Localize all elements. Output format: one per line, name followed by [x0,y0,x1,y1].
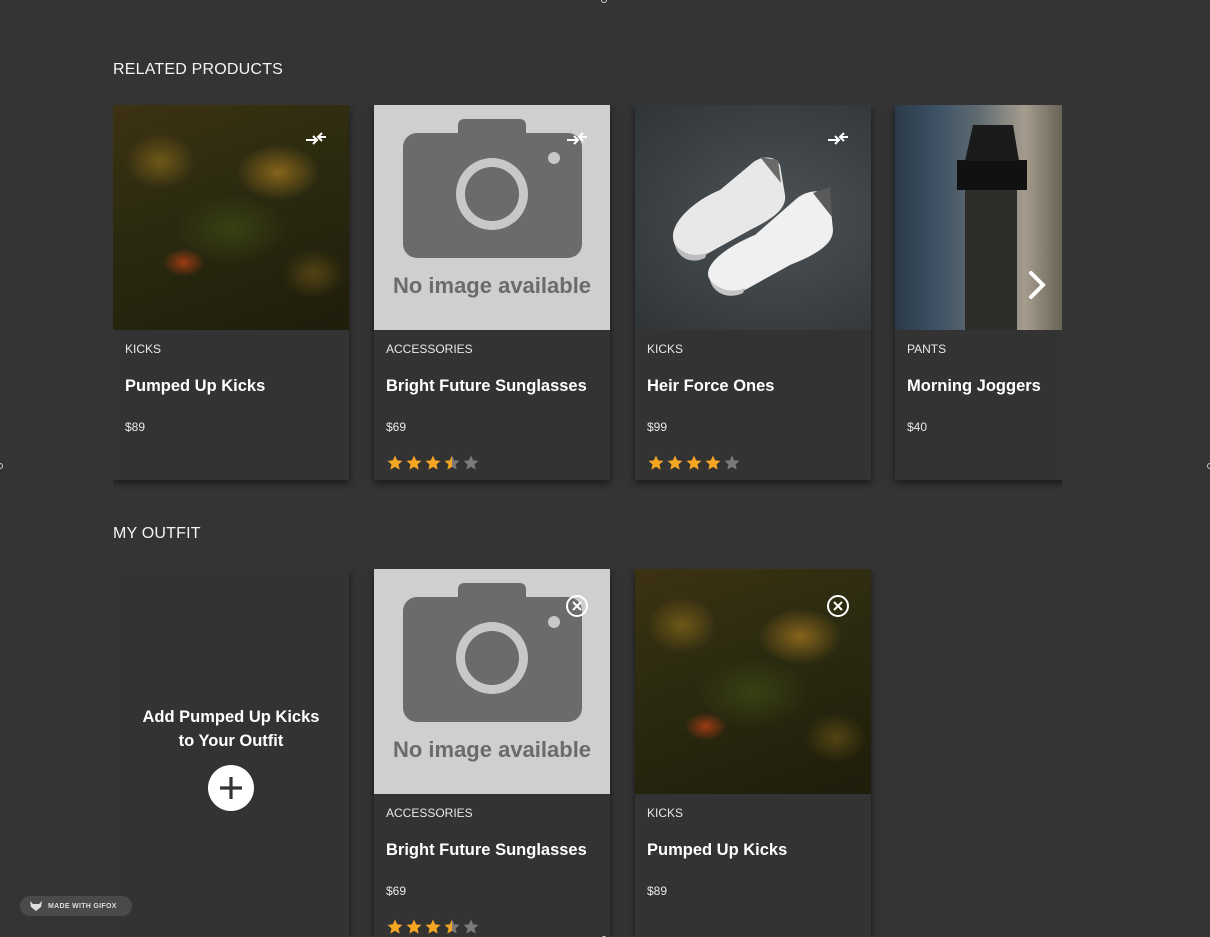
star-filled-icon [648,455,664,470]
product-category: KICKS [647,806,684,820]
made-with-gifox-badge: MADE WITH GIFOX [20,896,132,916]
related-products-title: RELATED PRODUCTS [113,61,284,78]
star-filled-icon [406,919,422,934]
add-to-outfit-text: Add Pumped Up Kicks to Your Outfit [113,705,349,753]
product-name[interactable]: Morning Joggers [907,377,1041,396]
compare-icon[interactable] [303,129,329,155]
outfit-card[interactable]: KICKS Pumped Up Kicks $89 [635,569,871,936]
star-filled-icon [406,455,422,470]
product-category: ACCESSORIES [386,342,473,356]
my-outfit-title: MY OUTFIT [113,525,201,542]
star-empty-icon [463,455,479,470]
fox-icon [30,901,42,911]
product-name[interactable]: Pumped Up Kicks [125,377,265,396]
star-filled-icon [387,455,403,470]
remove-circle-icon[interactable] [825,593,851,619]
product-category: KICKS [125,342,162,356]
star-rating [647,454,741,472]
no-image-text: No image available [393,273,591,298]
product-name[interactable]: Bright Future Sunglasses [386,841,587,860]
product-price: $89 [125,420,146,434]
star-filled-icon [425,919,441,934]
product-price: $40 [907,420,928,434]
add-to-outfit-card[interactable]: Add Pumped Up Kicks to Your Outfit [113,569,349,936]
star-rating [386,918,480,936]
product-price: $89 [647,884,668,898]
outfit-card[interactable]: No image available ACCESSORIES Bright Fu… [374,569,610,936]
product-price: $69 [386,884,407,898]
edge-handle [0,463,3,469]
product-name[interactable]: Bright Future Sunglasses [386,377,587,396]
product-card[interactable]: KICKS Pumped Up Kicks $89 [113,105,349,480]
no-image-text: No image available [393,737,591,762]
my-outfit-carousel: Add Pumped Up Kicks to Your Outfit No im… [113,569,1062,936]
star-filled-icon [387,919,403,934]
product-price: $69 [386,420,407,434]
star-rating [386,454,480,472]
star-filled-icon [425,455,441,470]
product-name[interactable]: Heir Force Ones [647,377,774,396]
product-card[interactable]: No image available ACCESSORIES Bright Fu… [374,105,610,480]
star-empty-icon [463,919,479,934]
product-name[interactable]: Pumped Up Kicks [647,841,787,860]
add-to-outfit-line1: Add Pumped Up Kicks [142,708,320,726]
plus-circle-icon[interactable] [208,765,254,811]
chevron-right-icon[interactable] [1024,268,1050,302]
remove-circle-icon[interactable] [564,593,590,619]
star-filled-icon [705,455,721,470]
star-empty-icon [724,455,740,470]
star-filled-icon [667,455,683,470]
product-price: $99 [647,420,668,434]
add-to-outfit-line2: to Your Outfit [178,732,284,750]
product-category: KICKS [647,342,684,356]
compare-icon[interactable] [825,129,851,155]
star-half-icon [444,455,460,470]
product-category: PANTS [907,342,947,356]
star-half-icon [444,919,460,934]
star-filled-icon [686,455,702,470]
badge-text: MADE WITH GIFOX [48,902,117,910]
related-products-carousel: KICKS Pumped Up Kicks $89 No image avail… [113,105,1062,490]
compare-icon[interactable] [564,129,590,155]
product-category: ACCESSORIES [386,806,473,820]
product-card[interactable]: KICKS Heir Force Ones $99 [635,105,871,480]
edge-handle [601,0,607,3]
